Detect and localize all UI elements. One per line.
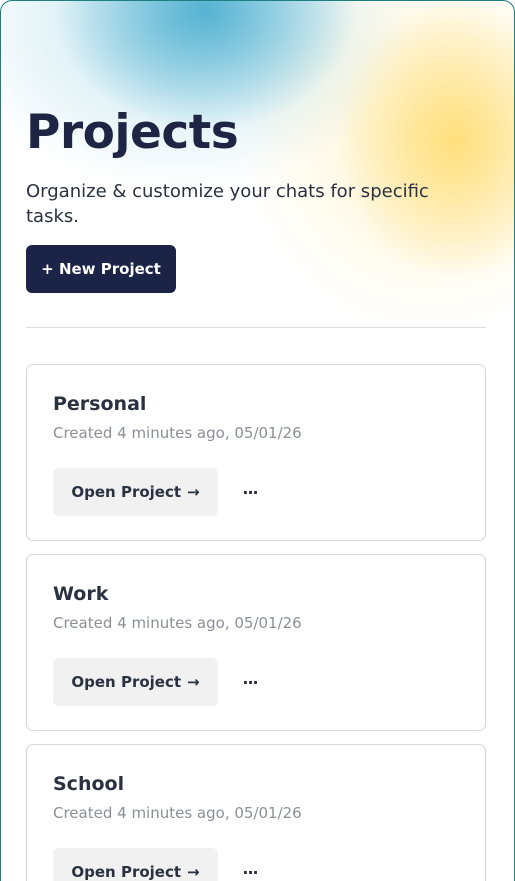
page-subtitle: Organize & customize your chats for spec…	[26, 181, 429, 227]
project-name: Work	[53, 583, 109, 605]
open-project-label: Open Project	[71, 673, 182, 691]
more-options-icon[interactable]: ···	[235, 477, 265, 507]
page-title: Projects	[26, 105, 239, 160]
more-options-icon[interactable]: ···	[235, 857, 265, 881]
project-card-work: Work Created 4 minutes ago, 05/01/26 Ope…	[26, 554, 486, 731]
new-project-button[interactable]: + New Project	[26, 245, 176, 293]
project-created: Created 4 minutes ago, 05/01/26	[53, 804, 302, 822]
projects-page: Projects Organize & customize your chats…	[0, 0, 515, 881]
arrow-right-icon: →	[187, 483, 200, 501]
project-created: Created 4 minutes ago, 05/01/26	[53, 424, 302, 442]
open-project-button[interactable]: Open Project →	[53, 468, 218, 516]
open-project-button[interactable]: Open Project →	[53, 848, 218, 881]
divider	[26, 327, 486, 328]
more-options-icon[interactable]: ···	[235, 667, 265, 697]
arrow-right-icon: →	[187, 673, 200, 691]
open-project-label: Open Project	[71, 483, 182, 501]
open-project-label: Open Project	[71, 863, 182, 881]
project-card-school: School Created 4 minutes ago, 05/01/26 O…	[26, 744, 486, 881]
open-project-button[interactable]: Open Project →	[53, 658, 218, 706]
project-card-personal: Personal Created 4 minutes ago, 05/01/26…	[26, 364, 486, 541]
arrow-right-icon: →	[187, 863, 200, 881]
project-name: School	[53, 773, 125, 795]
page-header: Projects Organize & customize your chats…	[26, 101, 486, 229]
project-created: Created 4 minutes ago, 05/01/26	[53, 614, 302, 632]
project-name: Personal	[53, 393, 147, 415]
